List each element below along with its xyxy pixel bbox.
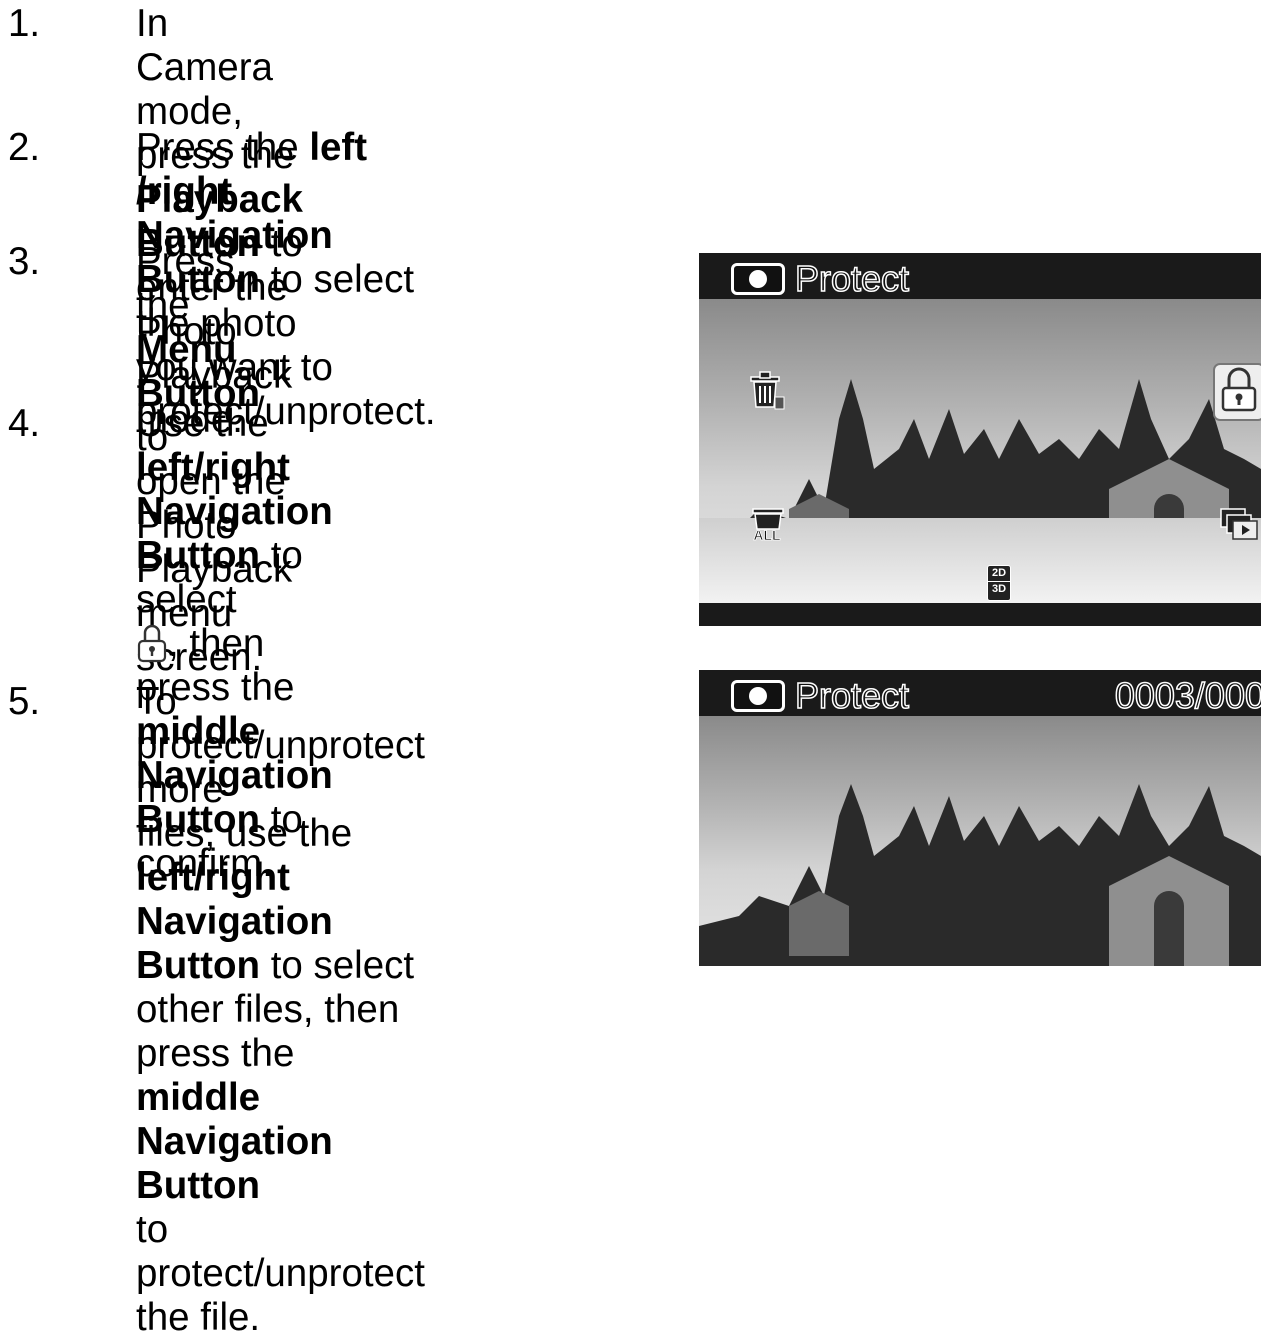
step-line: Navigation Button to select [136, 490, 333, 622]
delete-one-icon[interactable] [747, 369, 787, 411]
delete-all-label: ALL [753, 527, 781, 543]
bold-term: left/right [136, 856, 290, 899]
step-text-run: Press the [136, 240, 235, 327]
bold-term: middle Navigation Button [136, 1076, 333, 1207]
screen-title: Protect [794, 258, 910, 300]
bold-term: Navigation Button [136, 490, 333, 577]
protect-file-screenshot: Protect 0003/000 [699, 670, 1261, 966]
step-text-run: files, use the [136, 812, 353, 855]
step-number: 3. [8, 240, 41, 283]
step-line: middle Navigation Button [136, 1076, 425, 1208]
step-text-run: other files, then press the [136, 988, 400, 1075]
screen-title: Protect [794, 675, 910, 717]
lock-icon [136, 622, 168, 666]
step-number: 2. [8, 126, 41, 169]
camera-icon [731, 680, 785, 712]
trees-silhouette [699, 784, 1261, 966]
castle-photo [699, 716, 1261, 966]
step-text-run: to protect/unprotect the file. [136, 1208, 425, 1339]
step-text-run: To protect/unprotect more [136, 680, 425, 811]
2d-3d-icon[interactable]: 2D 3D [987, 565, 1011, 601]
castle-photo [699, 299, 1261, 603]
camera-icon [731, 263, 785, 295]
step-line: other files, then press the [136, 988, 425, 1076]
step-line: files, use the left/right [136, 812, 425, 900]
2d-label: 2D [991, 567, 1007, 579]
step-text-run: Press the [136, 126, 310, 169]
protect-menu-screenshot: Protect ALL 2D 3D [699, 253, 1261, 626]
step-number: 4. [8, 402, 41, 445]
delete-all-icon[interactable]: ALL [747, 507, 793, 543]
step-number: 5. [8, 680, 41, 723]
bold-term: left/right [136, 446, 290, 489]
step-line: Navigation Button to select [136, 900, 425, 988]
step-line: Use the left/right [136, 402, 333, 490]
step-line: to protect/unprotect the file. [136, 1208, 425, 1340]
lock-icon[interactable] [1213, 363, 1261, 421]
file-counter: 0003/000 [1114, 675, 1261, 717]
step-text-run: Use the [136, 402, 269, 445]
step-line: To protect/unprotect more [136, 680, 425, 812]
3d-label: 3D [988, 581, 1010, 597]
step-text: To protect/unprotect more files, use the … [136, 680, 425, 1340]
slideshow-icon[interactable] [1219, 507, 1261, 541]
step-number: 1. [8, 2, 41, 45]
